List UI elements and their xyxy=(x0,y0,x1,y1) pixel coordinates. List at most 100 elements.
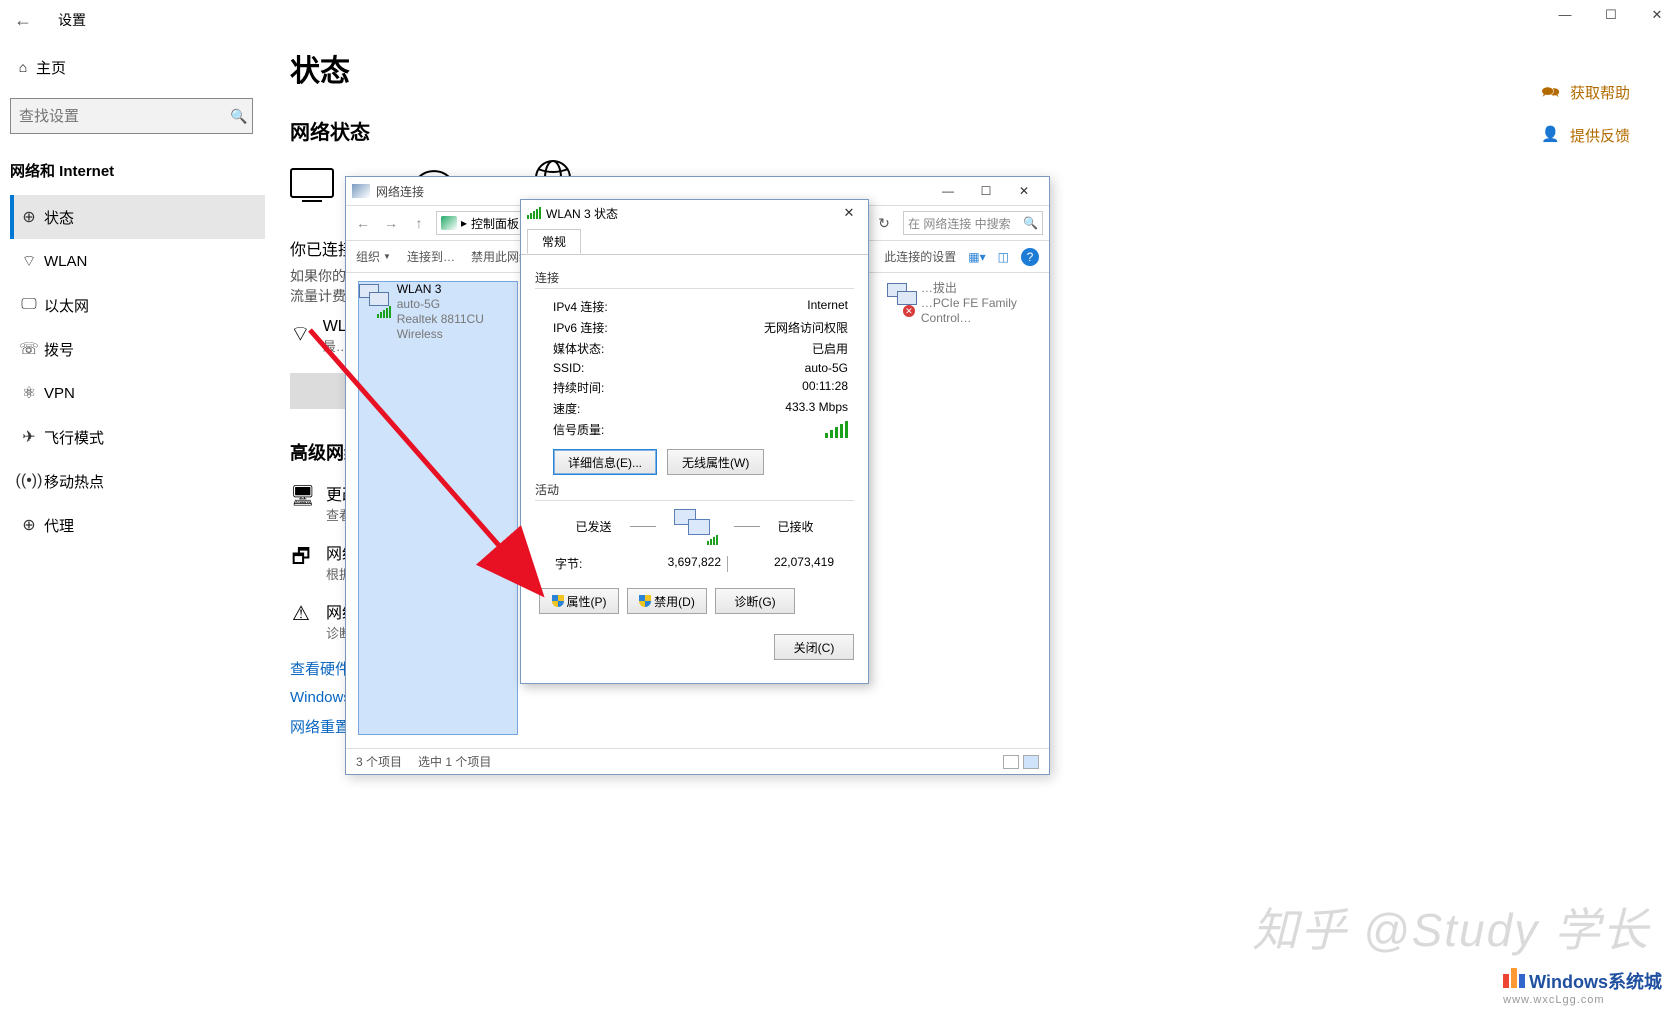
watermark-brand: Windows系统城 www.wxcLgg.com xyxy=(1503,968,1662,1006)
search-icon: 🔍 xyxy=(1023,216,1038,230)
sidebar-item-ethernet[interactable]: 🖵 以太网 xyxy=(10,283,265,327)
status-icon: ⊕ xyxy=(14,207,44,227)
adapter-device: …PCIe FE Family Control… xyxy=(921,296,1037,326)
nav-back-icon[interactable]: ← xyxy=(352,215,374,231)
sidebar-item-proxy[interactable]: ⊕ 代理 xyxy=(10,503,265,547)
refresh-icon[interactable]: ↻ xyxy=(871,215,897,232)
item-count: 3 个项目 xyxy=(356,753,402,770)
breadcrumb-item[interactable]: 控制面板 xyxy=(471,215,519,232)
wlan-status-dialog: WLAN 3 状态 ✕ 常规 连接 IPv4 连接: Internet IPv6 … xyxy=(520,199,869,684)
watermark-text: 知乎 @Study 学长 xyxy=(1252,894,1650,960)
troubleshoot-icon: ⚠ xyxy=(290,599,312,626)
minimize-button[interactable]: — xyxy=(1542,0,1588,30)
home-link[interactable]: ⌂ 主页 xyxy=(10,50,265,84)
back-button[interactable]: ← xyxy=(8,10,38,31)
group-activity: 活动 xyxy=(535,481,854,498)
wireless-properties-button[interactable]: 无线属性(W) xyxy=(667,449,764,475)
sidebar-item-label: 拨号 xyxy=(44,339,74,360)
kv-key: 速度: xyxy=(553,400,580,417)
signal-bars-icon xyxy=(825,421,848,438)
network-adapter-item[interactable]: ✕ …拔出 …PCIe FE Family Control… xyxy=(887,281,1037,735)
dialup-icon: ☏ xyxy=(14,339,44,359)
kv-key: 持续时间: xyxy=(553,379,604,396)
view-details-icon[interactable] xyxy=(1003,755,1019,769)
kv-value: 已启用 xyxy=(812,340,848,357)
kv-value: 433.3 Mbps xyxy=(785,400,848,417)
wifi-icon: ⌔ xyxy=(290,318,311,348)
network-status-heading: 网络状态 xyxy=(290,116,1660,145)
group-connection: 连接 xyxy=(535,269,854,286)
organize-menu[interactable]: 组织▼ xyxy=(356,248,391,265)
sidebar-section-header: 网络和 Internet xyxy=(10,160,265,181)
adapter-name: WLAN 3 xyxy=(397,282,517,297)
adapter-icon: 🖥 xyxy=(290,481,312,508)
kv-value: Internet xyxy=(807,298,848,315)
properties-button[interactable]: 属性(P) xyxy=(539,588,619,614)
dialog-title: WLAN 3 状态 xyxy=(546,205,618,222)
page-title: 状态 xyxy=(290,46,1660,90)
window-title: 设置 xyxy=(58,10,86,30)
adapter-icon: ✕ xyxy=(887,281,915,317)
maximize-button[interactable]: ☐ xyxy=(1588,0,1634,30)
kv-key: IPv4 连接: xyxy=(553,298,608,315)
connection-settings-button[interactable]: 此连接的设置 xyxy=(884,248,956,265)
explorer-search[interactable]: 在 网络连接 中搜索 🔍 xyxy=(903,211,1043,235)
nav-forward-icon[interactable]: → xyxy=(380,215,402,231)
home-icon: ⌂ xyxy=(10,59,36,75)
pc-icon xyxy=(290,168,334,198)
close-button[interactable]: ✕ xyxy=(1634,0,1680,30)
sidebar-item-label: WLAN xyxy=(44,253,87,270)
close-button[interactable]: 关闭(C) xyxy=(774,634,854,660)
airplane-icon: ✈ xyxy=(14,427,44,447)
search-box[interactable]: 🔍 xyxy=(10,98,253,134)
adapter-ssid: auto-5G xyxy=(397,297,517,312)
close-icon[interactable]: ✕ xyxy=(836,205,862,221)
disable-button[interactable]: 禁用(D) xyxy=(627,588,707,614)
received-label: 已接收 xyxy=(778,518,814,535)
maximize-button[interactable]: ☐ xyxy=(967,184,1005,198)
preview-pane-icon[interactable]: ◫ xyxy=(998,250,1009,264)
details-button[interactable]: 详细信息(E)... xyxy=(553,449,657,475)
bytes-label: 字节: xyxy=(555,555,615,572)
help-icon[interactable]: ? xyxy=(1021,248,1039,266)
sidebar-item-label: 以太网 xyxy=(44,295,89,316)
sidebar-item-label: 移动热点 xyxy=(44,471,104,492)
breadcrumb-sep: ▸ xyxy=(461,216,467,230)
nav-up-icon[interactable]: ↑ xyxy=(408,215,430,231)
search-input[interactable] xyxy=(11,108,226,125)
ethernet-icon: 🖵 xyxy=(14,296,44,314)
sidebar-item-airplane[interactable]: ✈ 飞行模式 xyxy=(10,415,265,459)
hotspot-icon: ((•)) xyxy=(14,472,44,490)
connect-to-button[interactable]: 连接到… xyxy=(407,248,455,265)
adapter-status: …拔出 xyxy=(921,281,1037,296)
proxy-icon: ⊕ xyxy=(14,515,44,535)
bytes-sent-value: 3,697,822 xyxy=(621,555,721,572)
sidebar-item-vpn[interactable]: ⚛ VPN xyxy=(10,371,265,415)
minimize-button[interactable]: — xyxy=(929,184,967,198)
selection-count: 选中 1 个项目 xyxy=(418,753,491,770)
sidebar-item-label: 代理 xyxy=(44,515,74,536)
tab-general[interactable]: 常规 xyxy=(527,229,581,254)
kv-key: SSID: xyxy=(553,361,584,375)
sidebar-item-label: 状态 xyxy=(44,207,74,228)
close-button[interactable]: ✕ xyxy=(1005,184,1043,198)
bytes-recv-value: 22,073,419 xyxy=(734,555,834,572)
kv-value: auto-5G xyxy=(805,361,848,375)
view-menu-icon[interactable]: ▦▾ xyxy=(968,250,985,264)
wlan-icon: ⌔ xyxy=(14,251,44,271)
adapter-device: Realtek 8811CU Wireless xyxy=(397,312,517,342)
network-adapter-item[interactable]: WLAN 3 auto-5G Realtek 8811CU Wireless xyxy=(358,281,518,735)
diagnose-button[interactable]: 诊断(G) xyxy=(715,588,795,614)
sidebar-item-wlan[interactable]: ⌔ WLAN xyxy=(10,239,265,283)
sidebar-item-label: 飞行模式 xyxy=(44,427,104,448)
window-icon xyxy=(352,184,370,198)
activity-icon xyxy=(674,509,716,543)
sidebar-item-dialup[interactable]: ☏ 拨号 xyxy=(10,327,265,371)
kv-key: IPv6 连接: xyxy=(553,319,608,336)
sharing-icon: 🗗 xyxy=(290,540,312,576)
view-tiles-icon[interactable] xyxy=(1023,755,1039,769)
kv-value: 无网络访问权限 xyxy=(764,319,848,336)
sidebar-item-hotspot[interactable]: ((•)) 移动热点 xyxy=(10,459,265,503)
vpn-icon: ⚛ xyxy=(14,383,44,403)
sidebar-item-status[interactable]: ⊕ 状态 xyxy=(10,195,265,239)
